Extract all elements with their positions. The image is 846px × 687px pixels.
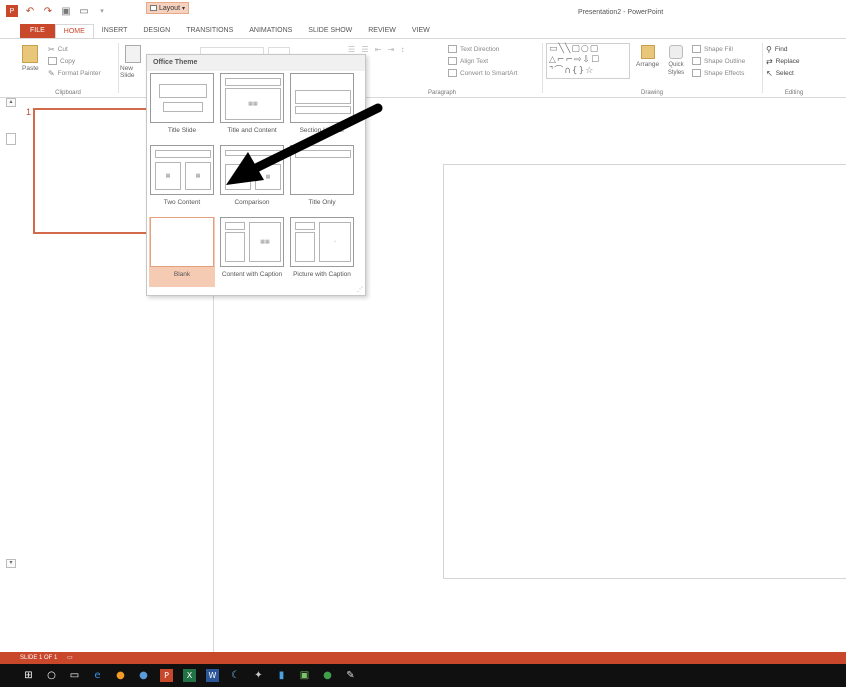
windows-start-icon[interactable]: ⊞: [22, 669, 35, 682]
app-icon[interactable]: ✎: [344, 669, 357, 682]
excel-icon[interactable]: X: [183, 669, 196, 682]
firefox-icon[interactable]: ●: [114, 669, 127, 682]
annotation-arrow-icon: [226, 103, 383, 185]
word-icon[interactable]: W: [206, 669, 219, 682]
search-icon[interactable]: ○: [45, 669, 58, 682]
edge-icon[interactable]: e: [91, 669, 104, 682]
status-bar: SLIDE 1 OF 1 ▭: [0, 652, 846, 664]
slide-count-status: SLIDE 1 OF 1: [20, 655, 58, 661]
app-icon[interactable]: ▮: [275, 669, 288, 682]
task-view-icon[interactable]: ▭: [68, 669, 81, 682]
app-icon[interactable]: ●: [321, 669, 334, 682]
powerpoint-icon[interactable]: P: [160, 669, 173, 682]
windows-taskbar: ⊞ ○ ▭ e ● ● P X W ☾ ✦ ▮ ▣ ● ✎: [0, 664, 846, 687]
powerpoint-window: P ↶ ↷ ▣ ▭ ▾ Presentation2 - PowerPoint F…: [0, 0, 846, 687]
notes-icon[interactable]: ▭: [67, 655, 73, 661]
app-icon[interactable]: ▣: [298, 669, 311, 682]
app-icon[interactable]: ✦: [252, 669, 265, 682]
chrome-icon[interactable]: ●: [137, 669, 150, 682]
app-icon[interactable]: ☾: [229, 669, 242, 682]
